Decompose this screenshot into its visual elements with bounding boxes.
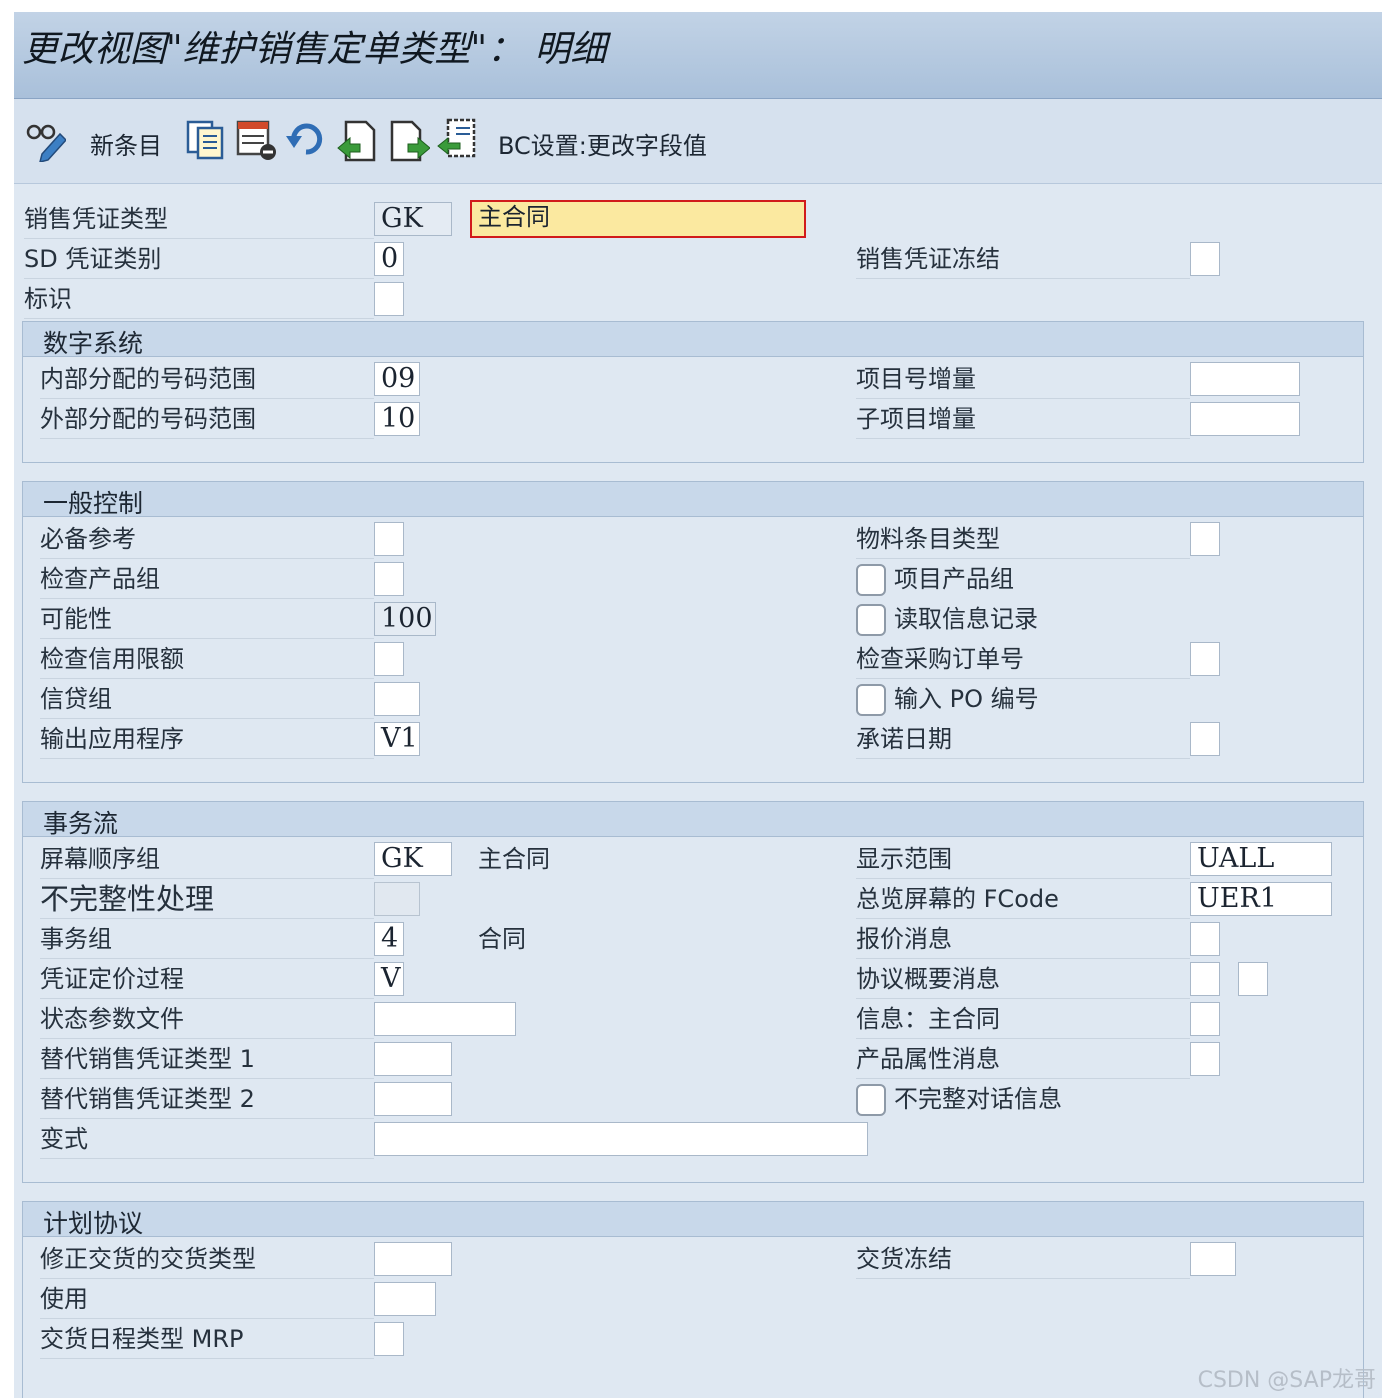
check-credit-limit-field[interactable] <box>374 642 404 676</box>
check-po-number-field[interactable] <box>1190 642 1220 676</box>
master-contract-message-label: 信息：主合同 <box>856 1002 1190 1039</box>
check-division-label: 检查产品组 <box>40 562 374 599</box>
overview-fcode-label: 总览屏幕的 FCode <box>856 882 1190 919</box>
output-application-field[interactable]: V1 <box>374 722 420 756</box>
mrp-delivery-schedule-type-field[interactable] <box>374 1322 404 1356</box>
group-title: 数字系统 <box>43 329 144 358</box>
item-division-checkbox[interactable] <box>856 564 886 596</box>
delivery-block-label: 交货冻结 <box>856 1242 1190 1279</box>
item-number-increment-field[interactable] <box>1190 362 1300 396</box>
bc-settings-button[interactable]: BC设置:更改字段值 <box>498 126 707 161</box>
incomplete-dialog-label: 不完整对话信息 <box>894 1085 1062 1113</box>
check-po-number-label: 检查采购订单号 <box>856 642 1190 679</box>
transaction-group-description: 合同 <box>478 925 526 953</box>
group-title: 一般控制 <box>43 489 144 518</box>
material-entry-type-field[interactable] <box>1190 522 1220 556</box>
group-title: 事务流 <box>43 809 119 838</box>
output-application-label: 输出应用程序 <box>40 722 374 759</box>
check-division-field[interactable] <box>374 562 404 596</box>
correction-delivery-type-field[interactable] <box>374 1242 452 1276</box>
watermark: CSDN @SAP龙哥 <box>1197 1368 1376 1393</box>
incomplete-dialog-checkbox[interactable] <box>856 1084 886 1116</box>
alt-sales-doc-type-2-field[interactable] <box>374 1082 452 1116</box>
subitem-increment-field[interactable] <box>1190 402 1300 436</box>
screen-sequence-group-description: 主合同 <box>478 845 550 873</box>
doc-pricing-procedure-label: 凭证定价过程 <box>40 962 374 999</box>
new-entries-button[interactable]: 新条目 <box>90 126 162 161</box>
delivery-block-field[interactable] <box>1190 1242 1236 1276</box>
subitem-increment-label: 子项目增量 <box>856 402 1190 439</box>
read-info-record-label: 读取信息记录 <box>894 605 1038 633</box>
credit-group-field[interactable] <box>374 682 420 716</box>
undo-icon[interactable] <box>286 118 326 162</box>
read-info-record-checkbox[interactable] <box>856 604 886 636</box>
doc-type-description-field[interactable]: 主合同 <box>470 200 806 238</box>
alt-sales-doc-type-1-label: 替代销售凭证类型 1 <box>40 1042 374 1079</box>
check-credit-limit-label: 检查信用限额 <box>40 642 374 679</box>
external-number-range-field[interactable]: 10 <box>374 402 420 436</box>
outline-agreement-message-label: 协议概要消息 <box>856 962 1190 999</box>
enter-po-number-checkbox[interactable] <box>856 684 886 716</box>
usage-field[interactable] <box>374 1282 436 1316</box>
sales-doc-block-field[interactable] <box>1190 242 1220 276</box>
screen-sequence-group-field[interactable]: GK <box>374 842 452 876</box>
sales-doc-block-label: 销售凭证冻结 <box>856 242 1190 279</box>
enter-po-number-label: 输入 PO 编号 <box>894 685 1039 713</box>
delete-icon[interactable] <box>236 118 276 162</box>
mrp-delivery-schedule-type-label: 交货日程类型 MRP <box>40 1322 374 1359</box>
overview-fcode-field[interactable]: UER1 <box>1190 882 1332 916</box>
commitment-date-field[interactable] <box>1190 722 1220 756</box>
correction-delivery-type-label: 修正交货的交货类型 <box>40 1242 374 1279</box>
item-division-label: 项目产品组 <box>894 565 1014 593</box>
item-number-increment-label: 项目号增量 <box>856 362 1190 399</box>
probability-label: 可能性 <box>40 602 374 639</box>
page-title: 更改视图"维护销售定单类型"： 明细 <box>22 29 607 70</box>
transport-icon[interactable] <box>436 118 476 162</box>
doc-pricing-procedure-field[interactable]: V <box>374 962 404 996</box>
display-range-field[interactable]: UALL <box>1190 842 1332 876</box>
copy-icon[interactable] <box>186 118 226 162</box>
sd-category-field[interactable]: 0 <box>374 242 404 276</box>
variant-field[interactable] <box>374 1122 868 1156</box>
incompletion-procedure-label: 不完整性处理 <box>40 882 374 919</box>
display-range-label: 显示范围 <box>856 842 1190 879</box>
reference-mandatory-field[interactable] <box>374 522 404 556</box>
indicator-field[interactable] <box>374 282 404 316</box>
outline-agreement-message-field[interactable] <box>1190 962 1220 996</box>
product-attribute-message-label: 产品属性消息 <box>856 1042 1190 1079</box>
group-title: 计划协议 <box>43 1209 144 1238</box>
status-profile-label: 状态参数文件 <box>40 1002 374 1039</box>
variant-label: 变式 <box>40 1122 374 1159</box>
previous-entry-icon[interactable] <box>336 118 376 162</box>
quotation-message-field[interactable] <box>1190 922 1220 956</box>
usage-label: 使用 <box>40 1282 374 1319</box>
transaction-group-field[interactable]: 4 <box>374 922 404 956</box>
credit-group-label: 信贷组 <box>40 682 374 719</box>
outline-agreement-message-field-2[interactable] <box>1238 962 1268 996</box>
glasses-pencil-icon[interactable] <box>26 118 66 162</box>
alt-sales-doc-type-2-label: 替代销售凭证类型 2 <box>40 1082 374 1119</box>
transaction-group-label: 事务组 <box>40 922 374 959</box>
master-contract-message-field[interactable] <box>1190 1002 1220 1036</box>
product-attribute-message-field[interactable] <box>1190 1042 1220 1076</box>
alt-sales-doc-type-1-field[interactable] <box>374 1042 452 1076</box>
internal-number-range-field[interactable]: 09 <box>374 362 420 396</box>
incompletion-procedure-field <box>374 882 420 916</box>
doc-type-field[interactable]: GK <box>374 202 452 236</box>
sd-category-label: SD 凭证类别 <box>24 242 374 279</box>
reference-mandatory-label: 必备参考 <box>40 522 374 559</box>
screen-sequence-group-label: 屏幕顺序组 <box>40 842 374 879</box>
next-entry-icon[interactable] <box>390 118 430 162</box>
quotation-message-label: 报价消息 <box>856 922 1190 959</box>
internal-number-range-label: 内部分配的号码范围 <box>40 362 374 399</box>
material-entry-type-label: 物料条目类型 <box>856 522 1190 559</box>
external-number-range-label: 外部分配的号码范围 <box>40 402 374 439</box>
commitment-date-label: 承诺日期 <box>856 722 1190 759</box>
probability-field[interactable]: 100 <box>374 602 436 636</box>
doc-type-label: 销售凭证类型 <box>24 202 374 239</box>
indicator-label: 标识 <box>24 282 374 319</box>
status-profile-field[interactable] <box>374 1002 516 1036</box>
